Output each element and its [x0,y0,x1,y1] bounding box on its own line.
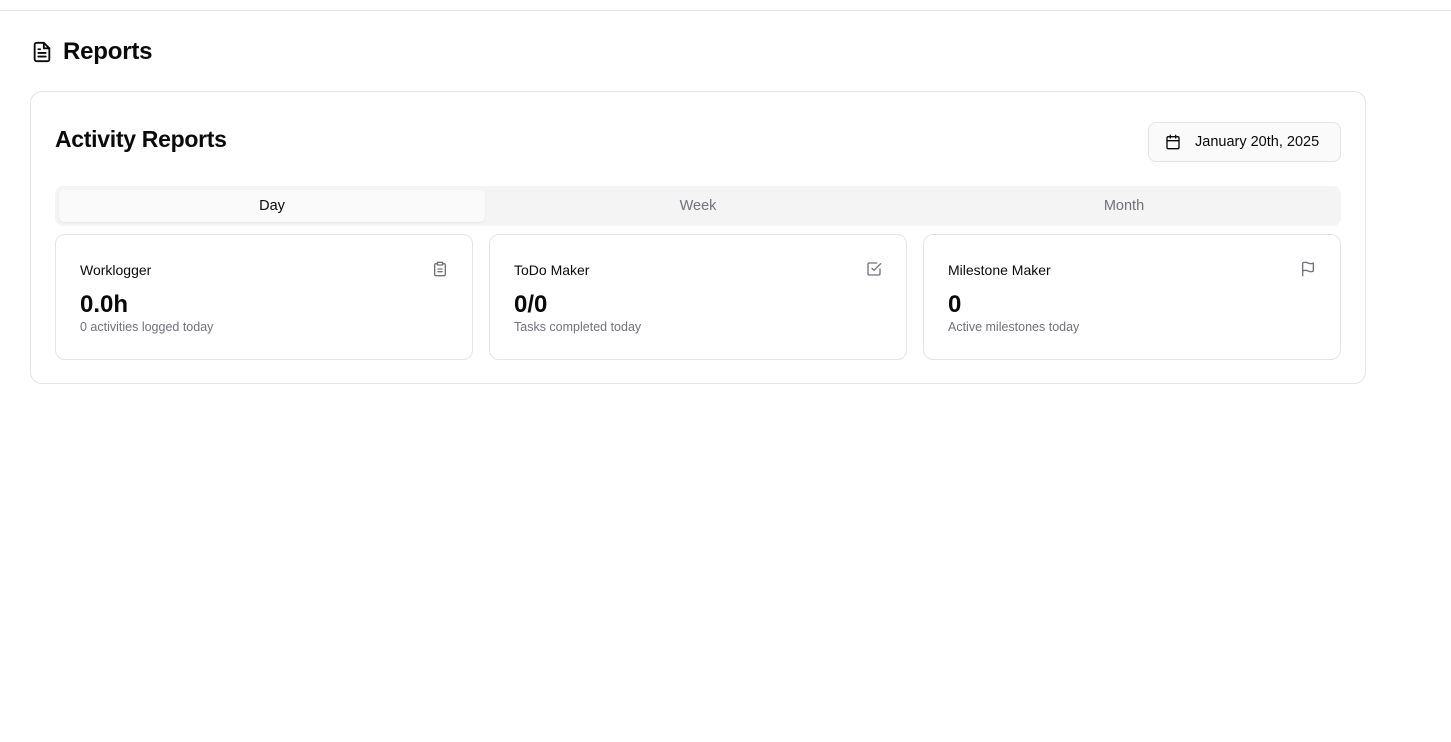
file-text-icon [31,41,53,63]
page-header: Reports [31,38,152,66]
clipboard-icon [432,261,448,277]
stat-value: 0/0 [514,291,548,318]
stat-title: ToDo Maker [514,262,590,278]
card-title: Activity Reports [55,126,227,152]
stat-title: Worklogger [80,262,152,278]
date-picker-button[interactable]: January 20th, 2025 [1148,122,1341,162]
milestone-maker-card: Milestone Maker 0 Active milestones toda… [923,234,1341,360]
date-label: January 20th, 2025 [1195,134,1320,150]
worklogger-card: Worklogger 0.0h 0 activities logged toda… [55,234,473,360]
tab-month[interactable]: Month [911,190,1337,222]
stat-subtitle: Active milestones today [948,320,1080,334]
stat-title: Milestone Maker [948,262,1051,278]
checkbox-icon [866,261,882,277]
stat-subtitle: 0 activities logged today [80,320,214,334]
todo-maker-card: ToDo Maker 0/0 Tasks completed today [489,234,907,360]
period-tabs: Day Week Month [55,186,1341,226]
activity-reports-card: Activity Reports January 20th, 2025 Day … [30,91,1366,384]
tab-day[interactable]: Day [59,190,485,222]
tab-week[interactable]: Week [485,190,911,222]
stat-value: 0 [948,291,962,318]
flag-icon [1300,261,1316,277]
stat-value: 0.0h [80,291,129,318]
top-bar [0,0,1451,11]
stat-subtitle: Tasks completed today [514,320,642,334]
page-title: Reports [63,38,153,65]
calendar-icon [1165,134,1181,150]
